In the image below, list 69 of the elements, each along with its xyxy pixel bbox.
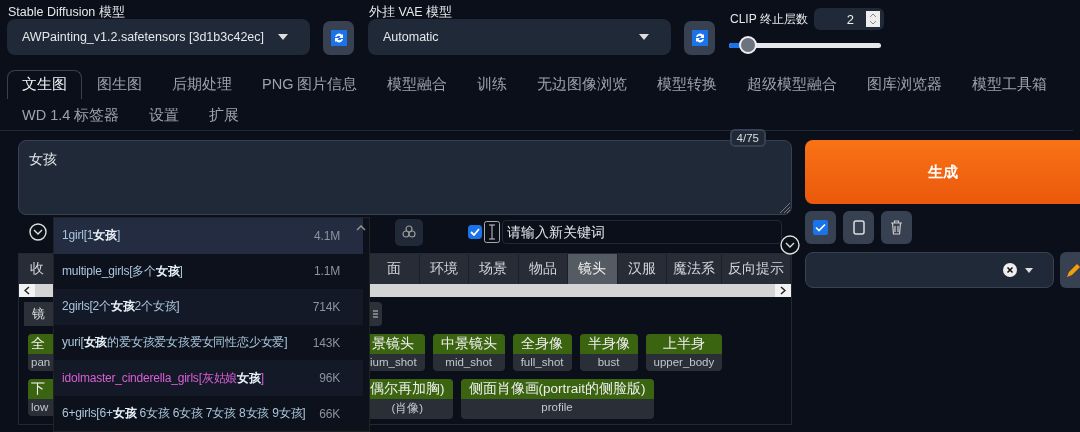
tag-chip[interactable]: 侧面肖像画(portrait的侧脸版) profile	[460, 379, 654, 419]
edit-button[interactable]	[1060, 252, 1080, 288]
resize-grip-icon	[780, 203, 790, 213]
tab[interactable]: 模型转换	[642, 70, 733, 99]
page-icon	[852, 220, 865, 235]
trash-icon	[890, 220, 903, 235]
checkbox-icon	[813, 220, 828, 235]
model-select[interactable]: AWPainting_v1.2.safetensors [3d1b3c42ec]	[7, 19, 310, 55]
keyword-field[interactable]: 请输入新关键词	[502, 220, 782, 244]
caret-icon	[278, 34, 288, 40]
tab[interactable]: WD 1.4 标签器	[7, 101, 135, 130]
scroll-left-icon[interactable]	[19, 284, 35, 297]
caret-icon	[639, 34, 649, 40]
tab[interactable]: 文生图	[7, 70, 82, 99]
tab[interactable]: 图生图	[82, 70, 157, 99]
refresh-icon	[691, 30, 708, 46]
tab[interactable]: 模型融合	[372, 70, 463, 99]
menu-icon	[373, 309, 379, 319]
scroll-right-icon[interactable]	[775, 284, 791, 297]
text-cursor-icon	[484, 221, 500, 243]
tab[interactable]: 设置	[134, 101, 195, 130]
refresh-button[interactable]	[323, 21, 354, 55]
category-tab[interactable]: 镜头	[568, 254, 618, 284]
number-field[interactable]: 2	[814, 8, 884, 30]
tag-chip[interactable]: 中景镜头 mid_shot	[432, 334, 505, 371]
autocomplete-item[interactable]: 6+girls[6+女孩 6女孩 6女孩 7女孩 8女孩 9女孩] 66K	[54, 395, 363, 432]
autocomplete-item[interactable]: 1girl[1女孩] 4.1M	[54, 218, 363, 254]
tab[interactable]: 图库浏览器	[852, 70, 958, 99]
refresh-button[interactable]	[684, 21, 715, 55]
clear-icon[interactable]	[1003, 263, 1017, 277]
ai-button[interactable]	[395, 218, 423, 246]
autocomplete-item[interactable]: idolmaster_cinderella_girls[灰姑娘女孩] 96K	[54, 360, 363, 396]
tag-chip[interactable]: 半身像 bust	[579, 334, 638, 371]
scroll-up-icon[interactable]	[356, 224, 366, 231]
apply-button[interactable]	[805, 211, 836, 244]
menu-button[interactable]	[370, 302, 382, 326]
autocomplete-item[interactable]: 2girls[2个女孩2个女孩] 714K	[54, 289, 363, 325]
copy-button[interactable]	[843, 211, 874, 244]
token-counter: 4/75	[729, 129, 766, 147]
spinner-icon	[866, 11, 880, 27]
autocomplete-item[interactable]: multiple_girls[多个女孩] 1.1M	[54, 253, 363, 290]
tag-chip[interactable]: 上半身 upper_body	[645, 334, 723, 371]
tab[interactable]: 无边图像浏览	[522, 70, 643, 99]
delete-button[interactable]	[881, 211, 912, 244]
knot-icon	[401, 224, 417, 240]
vae-label: 外挂 VAE 模型	[368, 4, 454, 21]
tab[interactable]: 后期处理	[157, 70, 247, 99]
clip-label: CLIP 终止层数	[729, 10, 808, 28]
model-label: Stable Diffusion 模型	[7, 4, 126, 21]
clip-slider[interactable]	[729, 36, 881, 54]
pencil-icon	[1066, 262, 1080, 278]
tag-chip[interactable]: 全 pan	[28, 334, 53, 371]
tag-chip[interactable]: 景镜头 ium_shot	[370, 334, 425, 371]
caret-icon	[1025, 267, 1033, 273]
expand-icon[interactable]	[29, 223, 47, 241]
tag-chip[interactable]: 偶尔再加胸) (肖像)	[370, 379, 453, 419]
tab[interactable]: 训练	[462, 70, 523, 99]
refresh-icon	[330, 30, 347, 46]
subtab[interactable]: 镜	[24, 302, 53, 326]
checkbox[interactable]	[468, 225, 482, 239]
tab[interactable]: 模型工具箱	[957, 70, 1063, 99]
tag-chip[interactable]: 下 low	[28, 379, 53, 416]
vae-select[interactable]: Automatic	[368, 19, 671, 55]
tab[interactable]: 扩展	[194, 101, 255, 130]
tab[interactable]: PNG 图片信息	[247, 70, 373, 99]
autocomplete-item[interactable]: yuri[女孩的爱女孩爱女孩爱女同性恋少女爱] 143K	[54, 324, 363, 361]
collapse-icon[interactable]	[780, 235, 800, 255]
tag-chip[interactable]: 全身像 full_shot	[512, 334, 572, 371]
tab[interactable]: 超级模型融合	[732, 70, 853, 99]
